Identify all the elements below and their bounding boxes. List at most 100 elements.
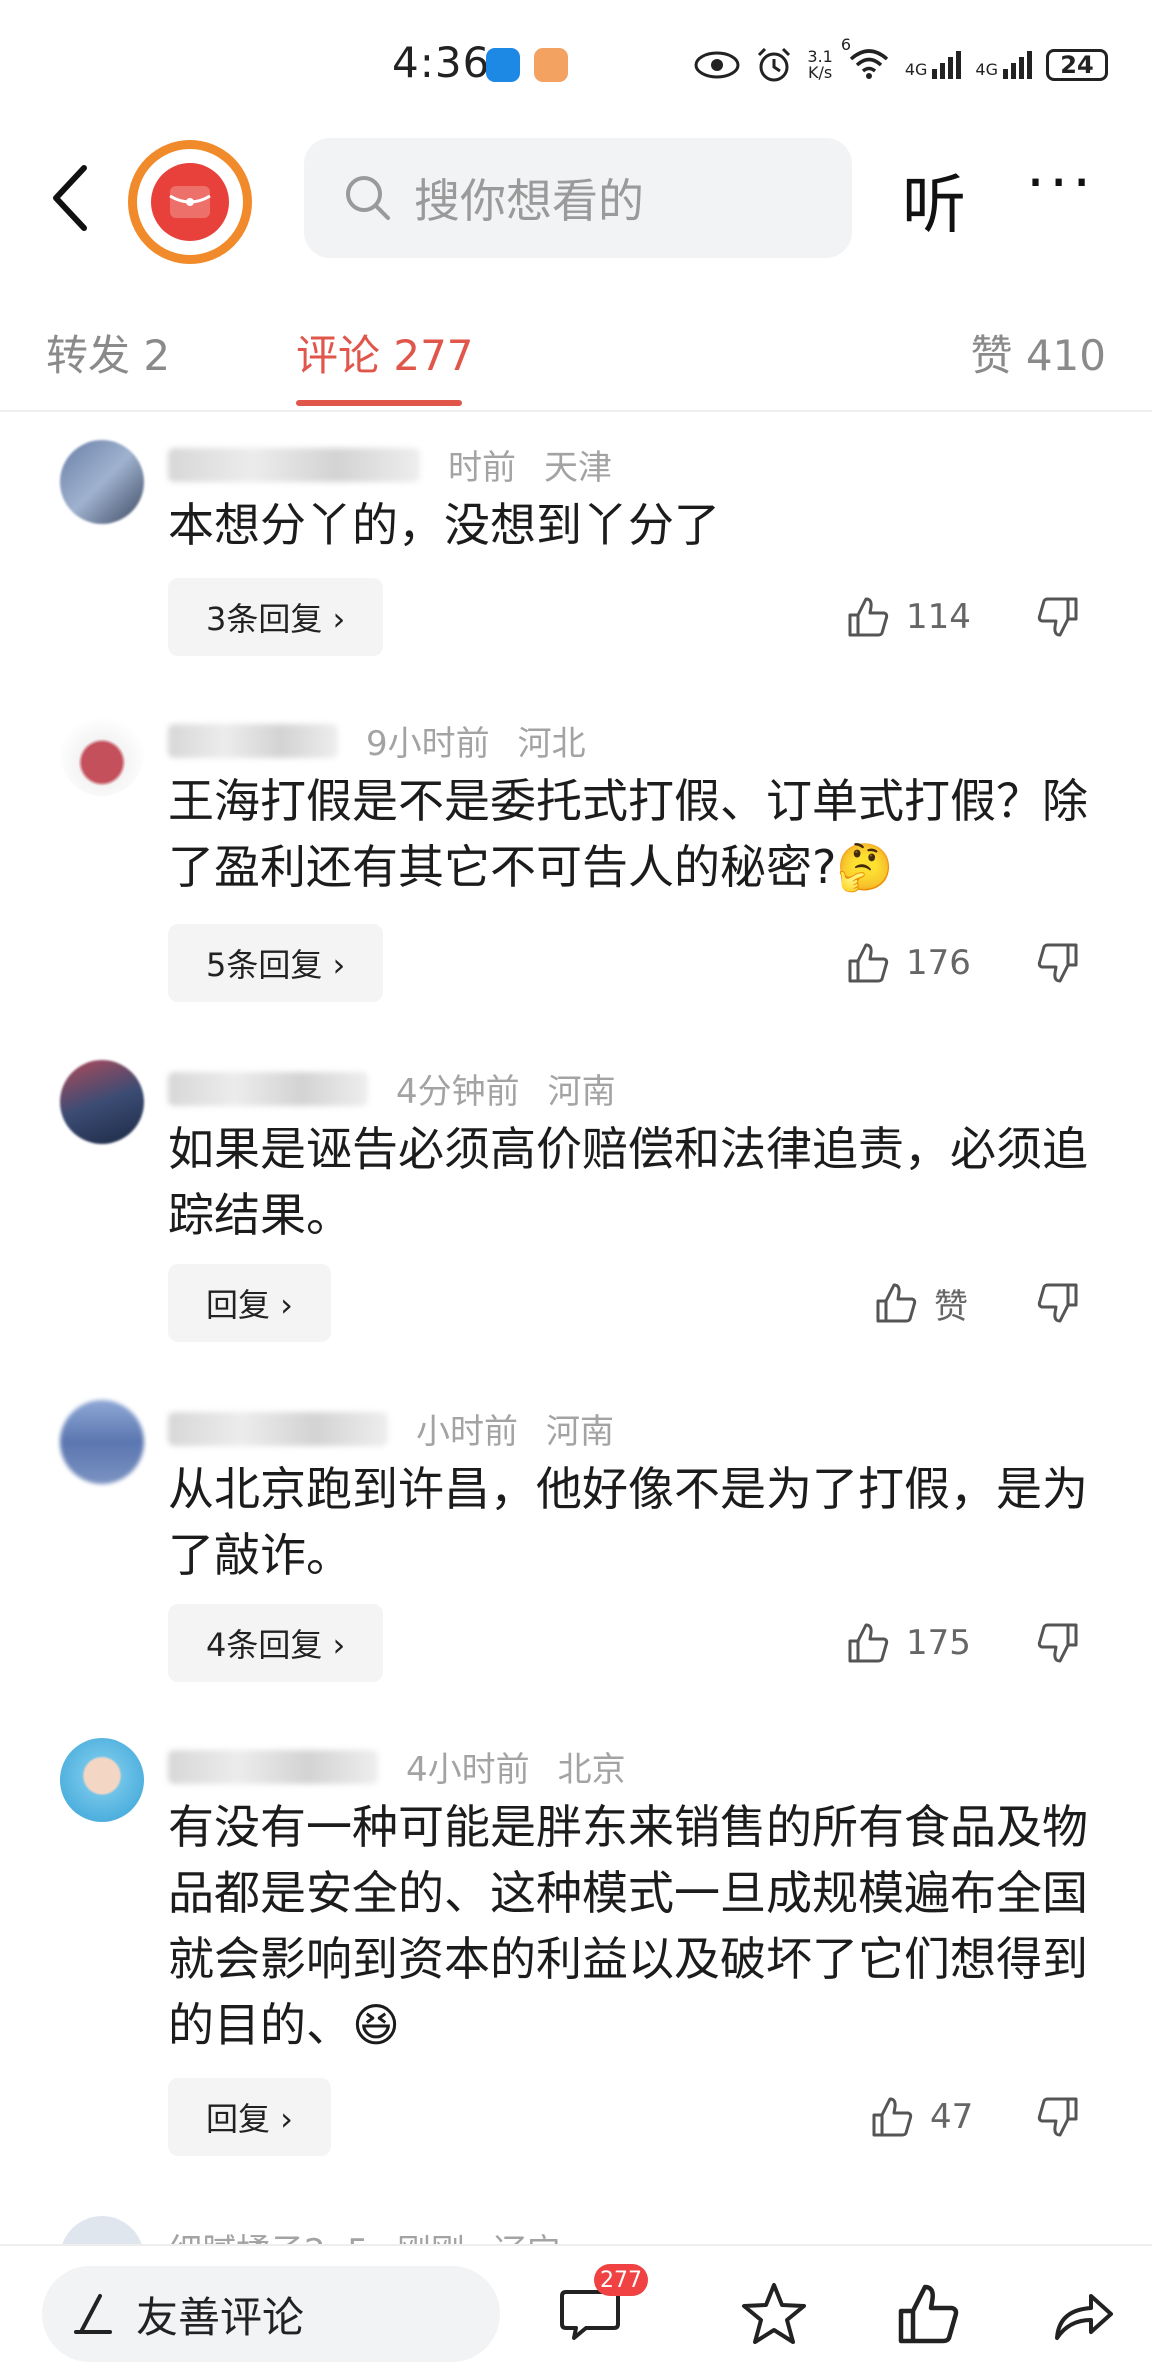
avatar[interactable] <box>60 712 144 796</box>
thumbs-up-icon <box>848 943 889 983</box>
back-button[interactable] <box>40 158 110 238</box>
dislike-button[interactable] <box>1036 924 1080 1002</box>
comment-count-badge: 277 <box>594 2264 648 2296</box>
tab-likes[interactable]: 赞 410 <box>970 322 1106 383</box>
comment-text: 如果是诬告必须高价赔偿和法律追责，必须追踪结果。 <box>168 1122 1088 1242</box>
comment-tabs: 转发 2 评论 277 赞 410 <box>0 300 1152 412</box>
status-bar: 4:36 3.1 K/s 6 4G 4G 24 <box>0 0 1152 128</box>
comment-meta: 时前 天津 <box>168 440 612 489</box>
avatar[interactable] <box>60 1400 144 1484</box>
listen-button[interactable]: 听 <box>902 154 966 246</box>
comment-text: 从北京跑到许昌，他好像不是为了打假，是为了敲诈。 <box>168 1462 1088 1582</box>
comment-time: 9小时前 <box>366 724 490 764</box>
like-count: 175 <box>906 1623 971 1663</box>
thumbs-down-icon <box>1037 2097 1078 2137</box>
favorite-button[interactable] <box>736 2276 812 2352</box>
reply-button[interactable]: 回复 › <box>168 1264 331 1342</box>
avatar[interactable] <box>60 2216 144 2244</box>
dislike-button[interactable] <box>1036 2078 1080 2156</box>
status-time: 4:36 <box>392 38 491 87</box>
comment-meta: 4分钟前 河南 <box>168 1064 616 1113</box>
search-placeholder: 搜你想看的 <box>414 174 644 228</box>
reply-button[interactable]: 回复 › <box>168 2078 331 2156</box>
chat-notification-icon <box>534 48 568 82</box>
tab-reposts[interactable]: 转发 2 <box>46 322 170 383</box>
comment-item: 9小时前 河北 王海打假是不是委托式打假、订单式打假？除了盈利还有其它不可告人的… <box>0 702 1152 1010</box>
like-post-button[interactable] <box>890 2276 966 2352</box>
comment-location: 辽宁 <box>493 2224 561 2244</box>
comment-meta: 4小时前 北京 <box>168 1742 626 1791</box>
replies-button[interactable]: 4条回复 › <box>168 1604 384 1682</box>
like-button[interactable]: 175 <box>846 1604 971 1682</box>
dislike-button[interactable] <box>1036 578 1080 656</box>
username-blurred[interactable] <box>168 723 338 758</box>
like-button[interactable]: 114 <box>846 578 971 656</box>
eye-icon <box>694 51 740 79</box>
dislike-button[interactable] <box>1036 1604 1080 1682</box>
status-icons: 3.1 K/s 6 4G 4G 24 <box>693 35 1108 90</box>
top-nav: 搜你想看的 听 ··· <box>0 128 1152 268</box>
comment-input[interactable]: 友善评论 <box>42 2266 500 2362</box>
username[interactable]: 细腻橘子2n5 <box>168 2224 369 2244</box>
like-button[interactable]: 赞 <box>874 1264 968 1342</box>
comment-time: 4小时前 <box>406 1750 530 1790</box>
thumbs-down-icon <box>1037 597 1078 637</box>
comment-time: 时前 <box>448 448 516 488</box>
comment-time: 刚刚 <box>397 2224 465 2244</box>
thumbs-up-icon <box>848 1623 889 1663</box>
avatar[interactable] <box>60 440 144 524</box>
username-blurred[interactable] <box>168 1749 378 1784</box>
thumbs-up-icon <box>876 1283 917 1323</box>
bottom-action-bar: 友善评论 277 <box>0 2244 1152 2378</box>
search-input[interactable]: 搜你想看的 <box>304 138 852 258</box>
tab-comments[interactable]: 评论 277 <box>296 322 474 383</box>
like-count: 176 <box>906 943 971 983</box>
weibo-app-logo[interactable] <box>128 140 252 264</box>
avatar[interactable] <box>60 1738 144 1822</box>
comment-location: 河南 <box>546 1412 614 1452</box>
back-arrow-icon <box>53 165 87 231</box>
username-blurred[interactable] <box>168 447 420 482</box>
next-comment-peek: 细腻橘子2n5 刚刚 辽宁 <box>0 2210 1152 2244</box>
replies-button[interactable]: 5条回复 › <box>168 924 384 1002</box>
comment-time: 4分钟前 <box>396 1072 520 1112</box>
more-button[interactable]: ··· <box>1026 148 1095 218</box>
replies-button[interactable]: 3条回复 › <box>168 578 384 656</box>
like-count: 赞 <box>934 1286 968 1327</box>
thumbs-down-icon <box>1037 1623 1078 1663</box>
signal-1-icon: 4G <box>905 51 962 79</box>
comment-item: 时前 天津 本想分丫的，没想到丫分了 3条回复 › 114 <box>0 430 1152 660</box>
wifi-icon: 6 <box>841 35 891 86</box>
comment-location: 北京 <box>557 1750 626 1790</box>
username-blurred[interactable] <box>168 1411 388 1446</box>
comment-item: 4分钟前 河南 如果是诬告必须高价赔偿和法律追责，必须追踪结果。 回复 › 赞 <box>0 1050 1152 1350</box>
message-notification-icon <box>486 48 520 82</box>
star-icon <box>742 2283 806 2344</box>
alarm-icon <box>758 47 791 82</box>
comment-text: 有没有一种可能是胖东来销售的所有食品及物品都是安全的、这种模式一旦成规模遍布全国… <box>168 1800 1088 2052</box>
pen-icon <box>74 2294 112 2334</box>
thumbs-down-icon <box>1037 1283 1078 1323</box>
comment-location: 河南 <box>547 1072 616 1112</box>
comment-meta: 小时前 河南 <box>168 1404 614 1453</box>
share-button[interactable] <box>1046 2276 1122 2352</box>
comment-item: 小时前 河南 从北京跑到许昌，他好像不是为了打假，是为了敲诈。 4条回复 › 1… <box>0 1390 1152 1690</box>
comment-location: 天津 <box>544 448 612 488</box>
comment-time: 小时前 <box>416 1412 518 1452</box>
comment-input-label: 友善评论 <box>136 2292 305 2342</box>
comment-meta: 细腻橘子2n5 刚刚 辽宁 <box>168 2224 561 2244</box>
thumbs-up-icon <box>848 597 889 637</box>
comment-meta: 9小时前 河北 <box>168 716 586 765</box>
username-blurred[interactable] <box>168 1071 368 1106</box>
thumbs-up-icon <box>872 2097 913 2137</box>
comment-location: 河北 <box>517 724 586 764</box>
active-tab-indicator <box>296 400 462 406</box>
share-arrow-icon <box>1055 2294 1113 2340</box>
signal-2-icon: 4G <box>975 51 1032 79</box>
comment-text: 本想分丫的，没想到丫分了 <box>168 498 720 552</box>
comment-text: 王海打假是不是委托式打假、订单式打假？除了盈利还有其它不可告人的秘密?🤔 <box>168 774 1088 894</box>
like-button[interactable]: 47 <box>870 2078 973 2156</box>
avatar[interactable] <box>60 1060 144 1144</box>
dislike-button[interactable] <box>1036 1264 1080 1342</box>
like-button[interactable]: 176 <box>846 924 971 1002</box>
